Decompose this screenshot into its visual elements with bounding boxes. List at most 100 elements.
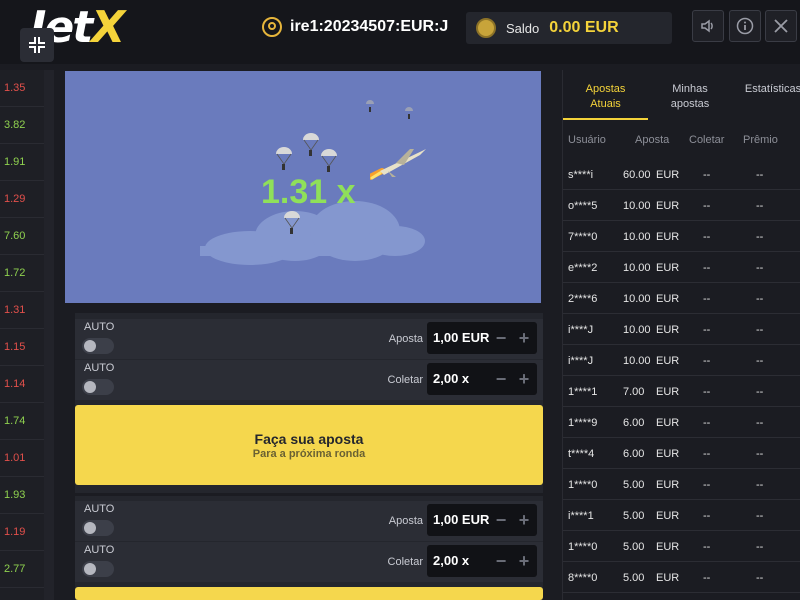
row-cashout: --	[703, 355, 711, 367]
close-button[interactable]	[765, 10, 797, 42]
row-prize: --	[756, 510, 764, 522]
row-cashout: --	[703, 231, 711, 243]
sound-button[interactable]	[692, 10, 724, 42]
row-cashout: --	[703, 448, 711, 460]
place-bet-button[interactable]	[75, 587, 543, 600]
place-bet-button[interactable]: Faça sua aposta Para a próxima ronda	[75, 405, 543, 485]
row-bet: 10.00	[623, 262, 651, 274]
row-currency: EUR	[656, 448, 680, 460]
history-item: 1.31	[0, 292, 44, 329]
row-cashout: --	[703, 510, 711, 522]
row-bet: 10.00	[623, 293, 651, 305]
bet-amount-stepper[interactable]: 1,00 EUR − +	[427, 322, 537, 354]
row-bet: 5.00	[623, 541, 645, 553]
parachute-icon	[284, 211, 300, 234]
auto-bet-toggle[interactable]	[82, 520, 114, 536]
cashout-row: AUTO Coletar 2,00 x − +	[75, 542, 543, 582]
top-bar: JetX ire1:20234507:EUR:J Saldo 0.00 EUR	[0, 0, 800, 64]
cashout-stepper[interactable]: 2,00 x − +	[427, 363, 537, 395]
history-item: 1.01	[0, 440, 44, 477]
row-user: 8****0	[568, 572, 598, 584]
table-row: i****J 10.00 -- -- EUR	[563, 314, 800, 345]
row-user: 2****6	[568, 293, 598, 305]
balance-label: Saldo	[506, 20, 540, 36]
bets-panel: Apostas Atuais Minhas apostas Estatístic…	[562, 70, 800, 600]
row-user: t****4	[568, 448, 595, 460]
cashout-label: Coletar	[387, 556, 423, 568]
cloud-base	[200, 246, 380, 256]
row-bet: 10.00	[623, 231, 651, 243]
row-currency: EUR	[656, 541, 680, 553]
table-row: i****1 5.00 -- -- EUR	[563, 500, 800, 531]
history-scrollbar[interactable]	[44, 70, 54, 600]
collapse-button[interactable]	[20, 28, 54, 62]
column-header-user: Usuário	[568, 134, 606, 146]
bet-amount-stepper[interactable]: 1,00 EUR − +	[427, 504, 537, 536]
plus-icon[interactable]: +	[514, 551, 534, 571]
row-cashout: --	[703, 262, 711, 274]
cashout-value[interactable]: 2,00 x	[433, 553, 469, 568]
row-cashout: --	[703, 541, 711, 553]
row-user: i****J	[568, 355, 594, 367]
balance-value: 0.00 EUR	[549, 19, 619, 36]
row-currency: EUR	[656, 417, 680, 429]
user-icon	[262, 17, 282, 37]
row-prize: --	[756, 355, 764, 367]
cashout-value[interactable]: 2,00 x	[433, 371, 469, 386]
bet-amount-value[interactable]: 1,00 EUR	[433, 512, 489, 527]
minus-icon[interactable]: −	[491, 510, 511, 530]
collapse-icon	[29, 37, 45, 53]
table-row: e****2 10.00 -- -- EUR	[563, 252, 800, 283]
coins-icon	[476, 18, 496, 38]
parachute-icon	[276, 147, 292, 170]
history-item: 1.14	[0, 366, 44, 403]
row-bet: 10.00	[623, 324, 651, 336]
row-bet: 6.00	[623, 417, 645, 429]
tab-current-bets[interactable]: Apostas Atuais	[573, 82, 638, 112]
minus-icon[interactable]: −	[491, 551, 511, 571]
table-row: 8****0 5.00 -- -- EUR	[563, 562, 800, 593]
tab-statistics[interactable]: Estatísticas	[738, 82, 800, 97]
bet-amount-row: AUTO Aposta 1,00 EUR − +	[75, 501, 543, 541]
bet-amount-value[interactable]: 1,00 EUR	[433, 330, 489, 345]
row-currency: EUR	[656, 510, 680, 522]
row-cashout: --	[703, 417, 711, 429]
row-currency: EUR	[656, 262, 680, 274]
bet-label: Aposta	[388, 515, 423, 527]
tab-my-bets[interactable]: Minhas apostas	[655, 82, 725, 112]
plus-icon[interactable]: +	[514, 369, 534, 389]
info-button[interactable]	[729, 10, 761, 42]
place-bet-subtitle: Para a próxima ronda	[252, 448, 366, 460]
plus-icon[interactable]: +	[514, 510, 534, 530]
plus-icon[interactable]: +	[514, 328, 534, 348]
auto-label: AUTO	[84, 544, 115, 556]
row-prize: --	[756, 541, 764, 553]
row-prize: --	[756, 200, 764, 212]
row-bet: 7.00	[623, 386, 645, 398]
cashout-label: Coletar	[387, 374, 423, 386]
auto-bet-toggle[interactable]	[82, 338, 114, 354]
row-user: 7****0	[568, 231, 598, 243]
minus-icon[interactable]: −	[491, 328, 511, 348]
game-canvas: 1.31 x	[65, 71, 541, 303]
row-prize: --	[756, 293, 764, 305]
auto-label: AUTO	[84, 503, 115, 515]
info-icon	[736, 17, 754, 35]
bet-amount-row: AUTO Aposta 1,00 EUR − +	[75, 319, 543, 359]
history-item: 1.72	[0, 255, 44, 292]
parachute-icon	[366, 100, 374, 112]
table-row: 1****9 6.00 -- -- EUR	[563, 407, 800, 438]
row-currency: EUR	[656, 479, 680, 491]
row-currency: EUR	[656, 200, 680, 212]
row-prize: --	[756, 448, 764, 460]
auto-cashout-toggle[interactable]	[82, 379, 114, 395]
row-prize: --	[756, 169, 764, 181]
row-user: 1****1	[568, 386, 598, 398]
current-multiplier: 1.31 x	[261, 173, 356, 211]
auto-cashout-toggle[interactable]	[82, 561, 114, 577]
cashout-stepper[interactable]: 2,00 x − +	[427, 545, 537, 577]
row-user: s****i	[568, 169, 594, 181]
minus-icon[interactable]: −	[491, 369, 511, 389]
row-bet: 5.00	[623, 479, 645, 491]
bet-label: Aposta	[388, 333, 423, 345]
